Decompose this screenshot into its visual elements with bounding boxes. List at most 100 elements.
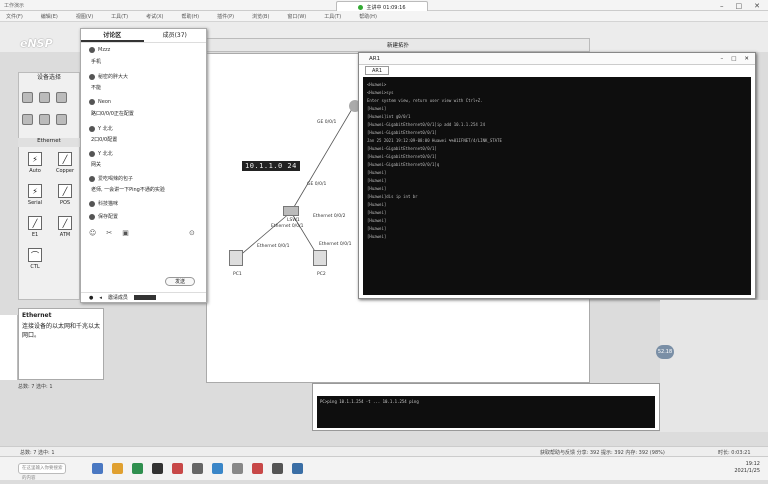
- terminal-line: [Huawei]: [367, 202, 387, 207]
- send-button[interactable]: 发送: [165, 277, 195, 286]
- chat-username: Y 北北: [98, 126, 113, 132]
- pc-icon[interactable]: [313, 250, 327, 266]
- switch-type-icon[interactable]: [39, 92, 50, 103]
- switch-icon[interactable]: [283, 206, 299, 216]
- maximize-icon[interactable]: □: [731, 53, 736, 64]
- menu-item[interactable]: 考试(X): [146, 13, 163, 20]
- app-icon[interactable]: [232, 463, 243, 474]
- minimize-icon[interactable]: –: [720, 53, 723, 64]
- cable-pos[interactable]: ╱ POS: [54, 184, 76, 206]
- menu-item[interactable]: 窗口(W): [287, 13, 306, 20]
- image-icon[interactable]: ▣: [122, 229, 129, 237]
- pc-type-icon[interactable]: [22, 114, 33, 125]
- link-label: Ethernet 0/0/1: [271, 224, 304, 229]
- chat-username: Y 北北: [98, 151, 113, 157]
- cable-label: CTL: [30, 264, 40, 270]
- close-icon[interactable]: ✕: [744, 53, 749, 64]
- terminal-line: PC>ping 10.1.1.254 -t ... 10.1.1.254 pin…: [320, 399, 419, 404]
- volume-bar[interactable]: [133, 295, 156, 300]
- chat-username: 爱吃喝辣的包子: [98, 176, 134, 182]
- app-icon[interactable]: [132, 463, 143, 474]
- menu-item[interactable]: 帮助(H): [181, 13, 199, 20]
- chat-user: Y 北北: [89, 150, 113, 157]
- chat-username: Mzzz: [98, 47, 111, 53]
- window-controls: – □ ✕: [720, 2, 760, 10]
- menu-item[interactable]: 工具(T): [111, 13, 128, 20]
- folder-icon[interactable]: [112, 463, 123, 474]
- app-icon[interactable]: [192, 463, 203, 474]
- cloud-type-icon[interactable]: [39, 114, 50, 125]
- menu-item[interactable]: 工具(T): [324, 13, 341, 20]
- mic-icon[interactable]: ●: [89, 295, 93, 301]
- taskbar-search[interactable]: 在这里输入你要搜索的内容: [18, 463, 66, 481]
- app-icon[interactable]: [172, 463, 183, 474]
- terminal-line: [Huawei]: [367, 186, 387, 191]
- cable-ctl[interactable]: ⌒ CTL: [24, 248, 46, 270]
- chat-tools: ☺ ✂ ▣: [89, 229, 129, 237]
- terminal-tab[interactable]: AR1: [365, 66, 389, 75]
- cable-description: Ethernet 连接设备的以太网和千兆以太网口。: [18, 308, 104, 380]
- cable-serial[interactable]: ⚡ Serial: [24, 184, 46, 206]
- minimize-icon[interactable]: –: [720, 2, 724, 10]
- terminal-output[interactable]: <Huawei> <Huawei>sys Enter system view, …: [363, 77, 751, 295]
- cable-label: Copper: [55, 168, 75, 174]
- terminal-line: Enter system view, return user view with…: [367, 98, 483, 103]
- terminal-line: [Huawei]int g0/0/1: [367, 114, 411, 119]
- ip-annotation[interactable]: 10.1.1.0 24: [242, 161, 300, 171]
- pc-terminal-output[interactable]: PC>ping 10.1.1.254 -t ... 10.1.1.254 pin…: [317, 396, 655, 428]
- terminal-line: [Huawei]: [367, 170, 387, 175]
- device-panel-title: 设备选择: [36, 74, 61, 81]
- avatar: [89, 213, 95, 220]
- app-icon[interactable]: [152, 463, 163, 474]
- clock-time: 19:12: [745, 461, 760, 467]
- wlan-type-icon[interactable]: [56, 92, 67, 103]
- app-icon[interactable]: [252, 463, 263, 474]
- router-type-icon[interactable]: [22, 92, 33, 103]
- link-label: Ethernet 0/0/1: [257, 244, 290, 249]
- browser-icon[interactable]: [212, 463, 223, 474]
- maximize-icon[interactable]: □: [736, 2, 743, 10]
- lightning-icon: ⚡: [28, 184, 42, 198]
- tab-discussion[interactable]: 讨论区: [81, 29, 144, 42]
- canvas-tab[interactable]: 新建拓扑: [206, 38, 590, 52]
- system-clock[interactable]: 19:12 2021/1/25: [734, 461, 760, 475]
- close-icon[interactable]: ✕: [754, 2, 760, 10]
- menu-item[interactable]: 浏览(B): [252, 13, 269, 20]
- cable-e1[interactable]: ╱ E1: [24, 216, 46, 238]
- device-label: PC2: [317, 272, 326, 277]
- cable-copper[interactable]: ╱ Copper: [54, 152, 76, 174]
- menu-item[interactable]: 视图(V): [76, 13, 93, 20]
- curve-icon: ⌒: [28, 248, 42, 262]
- tab-members[interactable]: 成员(37): [144, 29, 207, 42]
- emoji-icon[interactable]: ☺: [89, 229, 96, 237]
- pc-icon[interactable]: [229, 250, 243, 266]
- app-icon[interactable]: [92, 463, 103, 474]
- settings-icon[interactable]: ⊙: [189, 229, 195, 237]
- menu-item[interactable]: 文件(F): [6, 13, 23, 20]
- menu-item[interactable]: 编辑(E): [41, 13, 58, 20]
- chat-username: 科技猫咪: [98, 201, 119, 207]
- invite-text[interactable]: 邀请成员: [108, 294, 128, 301]
- chat-user: Y 北北: [89, 125, 113, 132]
- app-icon[interactable]: [272, 463, 283, 474]
- cable-atm[interactable]: ╱ ATM: [54, 216, 76, 238]
- menu-bar: 文件(F) 编辑(E) 视图(V) 工具(T) 考试(X) 帮助(H) 插件(P…: [0, 11, 768, 22]
- app-icon[interactable]: [292, 463, 303, 474]
- chat-message: 老师, 一会讲一下Ping不通的实验: [91, 187, 165, 193]
- speaker-icon[interactable]: ◂: [99, 295, 102, 301]
- terminal-window: AR1 – □ ✕ AR1 <Huawei> <Huawei>sys Enter s…: [358, 52, 756, 299]
- cable-label: ATM: [59, 232, 71, 238]
- chat-bottom-bar: ● ◂ 邀请成员: [81, 292, 206, 302]
- avatar: [89, 125, 95, 132]
- menu-item[interactable]: 插件(P): [217, 13, 234, 20]
- chat-message: 路口0/0/0正在配置: [91, 111, 134, 117]
- cable-type-icon[interactable]: [56, 114, 67, 125]
- floating-badge[interactable]: 52.18: [656, 345, 674, 359]
- cable-auto[interactable]: ⚡ Auto: [24, 152, 46, 174]
- pc-terminal-window: PC>ping 10.1.1.254 -t ... 10.1.1.254 pin…: [312, 383, 660, 431]
- terminal-controls: – □ ✕: [720, 53, 749, 64]
- avatar: [89, 99, 95, 105]
- menu-item[interactable]: 帮助(H): [359, 13, 377, 20]
- terminal-line: Jan 25 2021 19:12:09-08:00 Huawei %%01IF…: [367, 138, 502, 143]
- scissors-icon[interactable]: ✂: [106, 229, 112, 237]
